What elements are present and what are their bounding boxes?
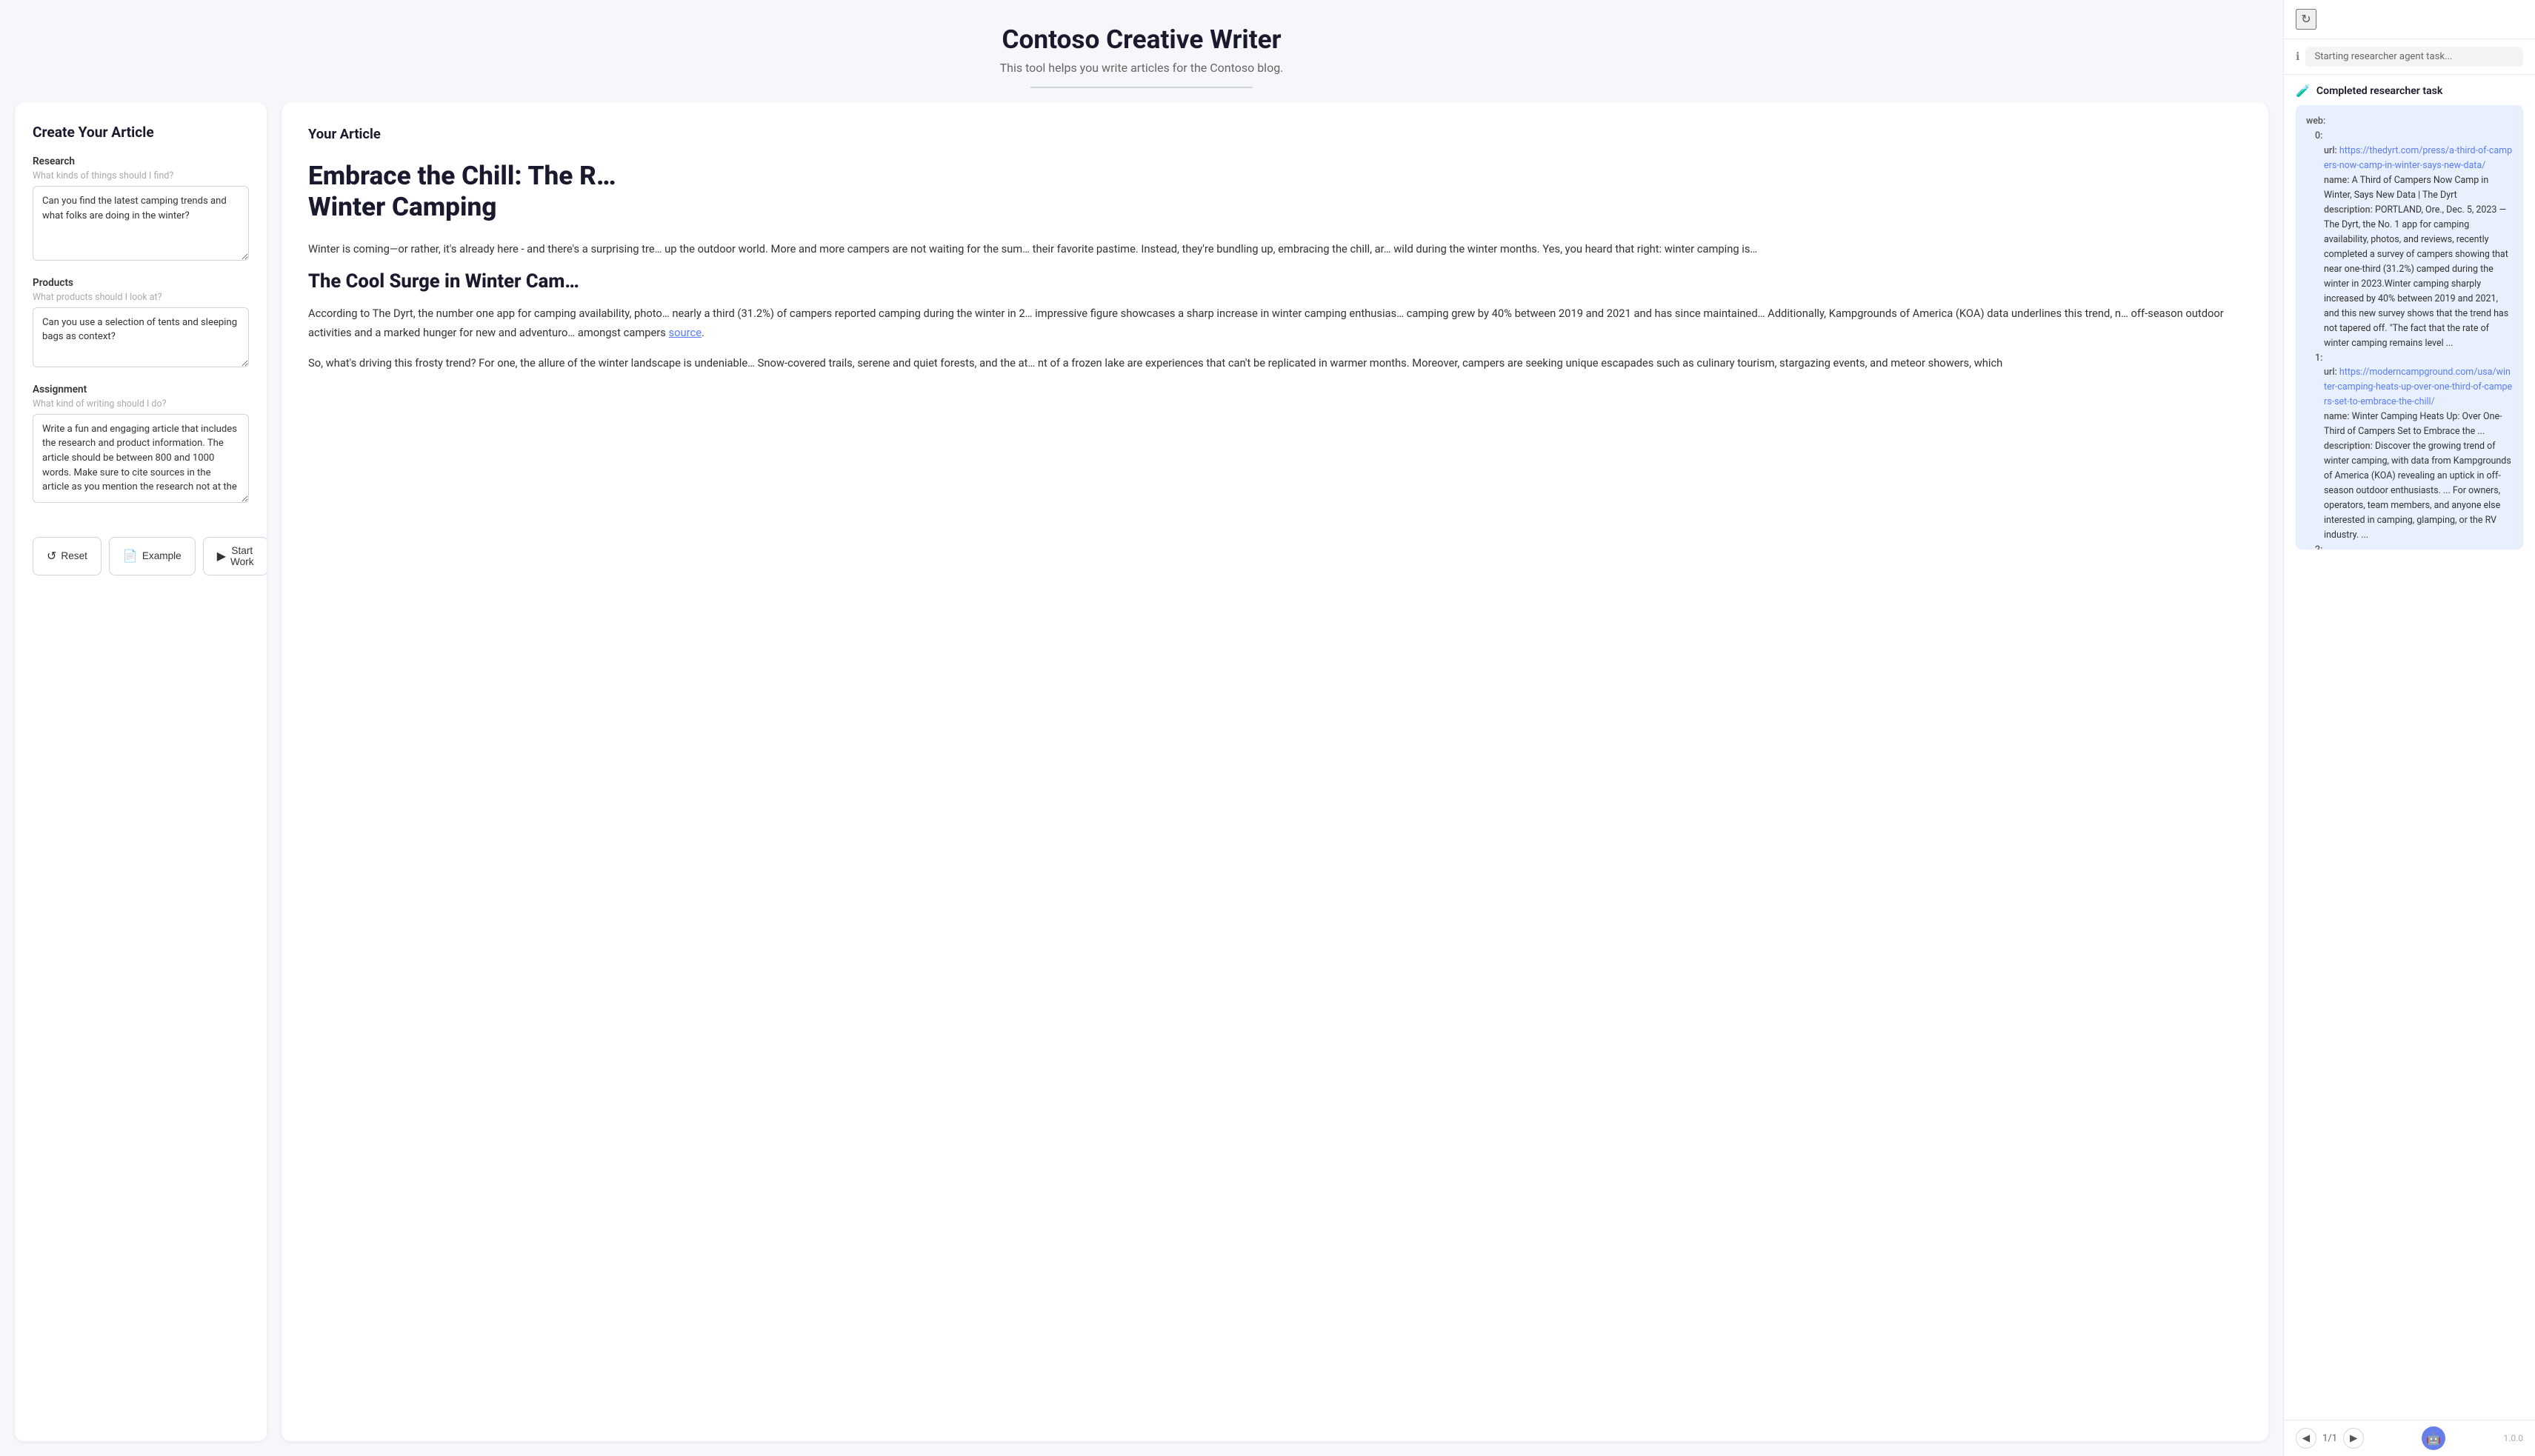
research-label: Research	[33, 156, 249, 167]
body-area: Create Your Article Research What kinds …	[0, 103, 2283, 1456]
agent-task-title: Completed researcher task	[2316, 85, 2442, 97]
products-field-group: Products What products should I look at?…	[33, 277, 249, 370]
reset-icon: ↺	[47, 549, 56, 564]
reset-button[interactable]: ↺ Reset	[33, 537, 101, 575]
start-work-icon: ▶	[217, 549, 226, 564]
main-content: Contoso Creative Writer This tool helps …	[0, 0, 2283, 1456]
products-label: Products	[33, 277, 249, 289]
task-desc-0: description: PORTLAND, Ore., Dec. 5, 202…	[2306, 203, 2513, 351]
research-field-group: Research What kinds of things should I f…	[33, 156, 249, 264]
example-button[interactable]: 📄 Example	[109, 537, 196, 575]
source-link[interactable]: source	[669, 326, 702, 339]
start-work-button[interactable]: ▶ Start Work	[203, 537, 267, 575]
bot-icon[interactable]: 🤖	[2422, 1426, 2445, 1450]
create-article-panel: Create Your Article Research What kinds …	[15, 103, 267, 1441]
agent-task-header: 🧪 Completed researcher task	[2296, 84, 2523, 98]
page-prev-button[interactable]: ◀	[2296, 1428, 2316, 1449]
task-line-web: web:	[2306, 114, 2513, 129]
page-info: 1/1	[2322, 1433, 2337, 1444]
assignment-textarea[interactable]: Write a fun and engaging article that in…	[33, 414, 249, 503]
header-divider	[1030, 87, 1253, 88]
page-next-button[interactable]: ▶	[2343, 1428, 2364, 1449]
task-name-0: name: A Third of Campers Now Camp in Win…	[2306, 173, 2513, 203]
agent-footer: ◀ 1/1 ▶ 🤖 1.0.0	[2284, 1420, 2535, 1456]
refresh-icon: ↻	[2301, 12, 2311, 27]
task-desc-1: description: Discover the growing trend …	[2306, 439, 2513, 543]
app-title: Contoso Creative Writer	[15, 24, 2268, 55]
version-badge: 1.0.0	[2503, 1433, 2523, 1443]
chevron-left-icon: ◀	[2302, 1432, 2310, 1444]
article-para-3: So, what's driving this frosty trend? Fo…	[308, 354, 2242, 373]
info-icon: ℹ	[2296, 50, 2299, 63]
task-line-0: 0:	[2306, 129, 2513, 144]
task-line-2: 2:	[2306, 543, 2513, 550]
pagination-row: ◀ 1/1 ▶	[2296, 1428, 2364, 1449]
app-subtitle: This tool helps you write articles for t…	[15, 61, 2268, 75]
research-textarea[interactable]: Can you find the latest camping trends a…	[33, 186, 249, 261]
article-panel: Your Article Embrace the Chill: The R…Wi…	[282, 103, 2268, 1441]
agent-refresh-button[interactable]: ↻	[2296, 9, 2316, 30]
example-icon: 📄	[123, 549, 138, 564]
action-buttons-row: ↺ Reset 📄 Example ▶ Start Work	[33, 537, 249, 575]
assignment-placeholder-text: What kind of writing should I do?	[33, 398, 249, 410]
assignment-label: Assignment	[33, 384, 249, 395]
agent-task-content[interactable]: web: 0: url: https://thedyrt.com/press/a…	[2296, 105, 2523, 550]
flask-icon: 🧪	[2296, 84, 2311, 98]
task-url-0: url: https://thedyrt.com/press/a-third-o…	[2306, 144, 2513, 173]
chevron-right-icon: ▶	[2350, 1432, 2357, 1444]
agent-status-text: Starting researcher agent task...	[2305, 47, 2523, 67]
task-name-1: name: Winter Camping Heats Up: Over One-…	[2306, 410, 2513, 439]
article-section-title: The Cool Surge in Winter Cam…	[308, 270, 2242, 293]
article-para-1: Winter is coming—or rather, it's already…	[308, 240, 2242, 258]
agent-header: ↻	[2284, 0, 2535, 39]
article-body: Winter is coming—or rather, it's already…	[308, 240, 2242, 372]
app-header: Contoso Creative Writer This tool helps …	[0, 0, 2283, 103]
agent-task-section: 🧪 Completed researcher task web: 0: url:…	[2284, 75, 2535, 1420]
products-textarea[interactable]: Can you use a selection of tents and sle…	[33, 307, 249, 367]
agent-sidebar: ↻ ℹ Starting researcher agent task... 🧪 …	[2283, 0, 2535, 1456]
products-placeholder-text: What products should I look at?	[33, 292, 249, 303]
task-url-1: url: https://moderncampground.com/usa/wi…	[2306, 365, 2513, 410]
agent-status-row: ℹ Starting researcher agent task...	[2284, 39, 2535, 75]
research-placeholder-text: What kinds of things should I find?	[33, 170, 249, 181]
assignment-field-group: Assignment What kind of writing should I…	[33, 384, 249, 506]
article-para-2: According to The Dyrt, the number one ap…	[308, 304, 2242, 341]
create-panel-title: Create Your Article	[33, 124, 249, 141]
task-line-1: 1:	[2306, 351, 2513, 366]
article-label: Your Article	[308, 127, 2242, 142]
article-title: Embrace the Chill: The R…Winter Camping	[308, 160, 2242, 222]
